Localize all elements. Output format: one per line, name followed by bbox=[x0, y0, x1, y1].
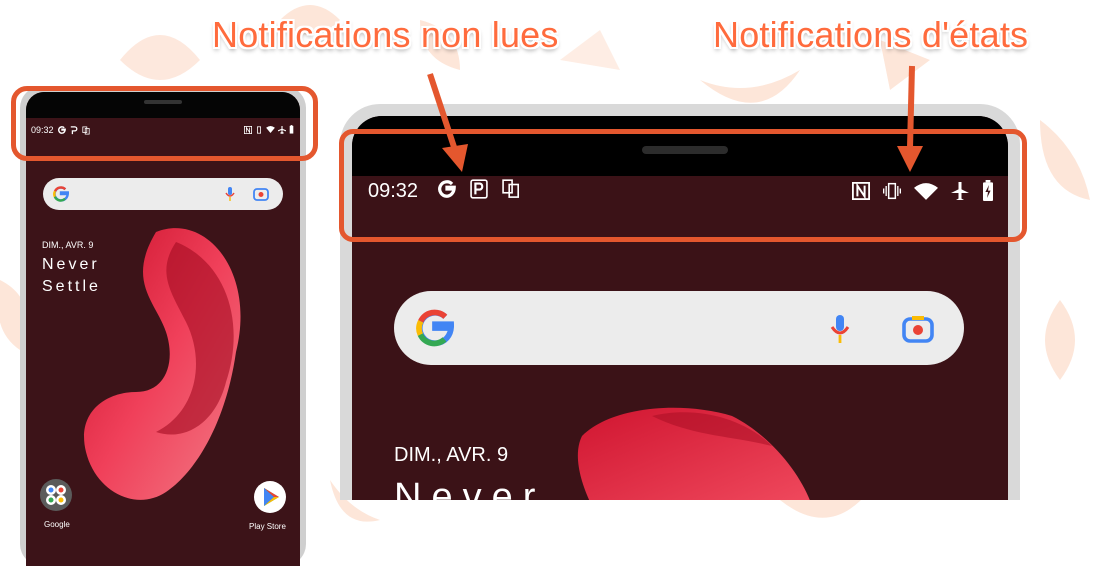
arrow-status bbox=[897, 65, 923, 172]
arrow-unread bbox=[427, 73, 468, 172]
callout-arrows bbox=[427, 65, 923, 172]
